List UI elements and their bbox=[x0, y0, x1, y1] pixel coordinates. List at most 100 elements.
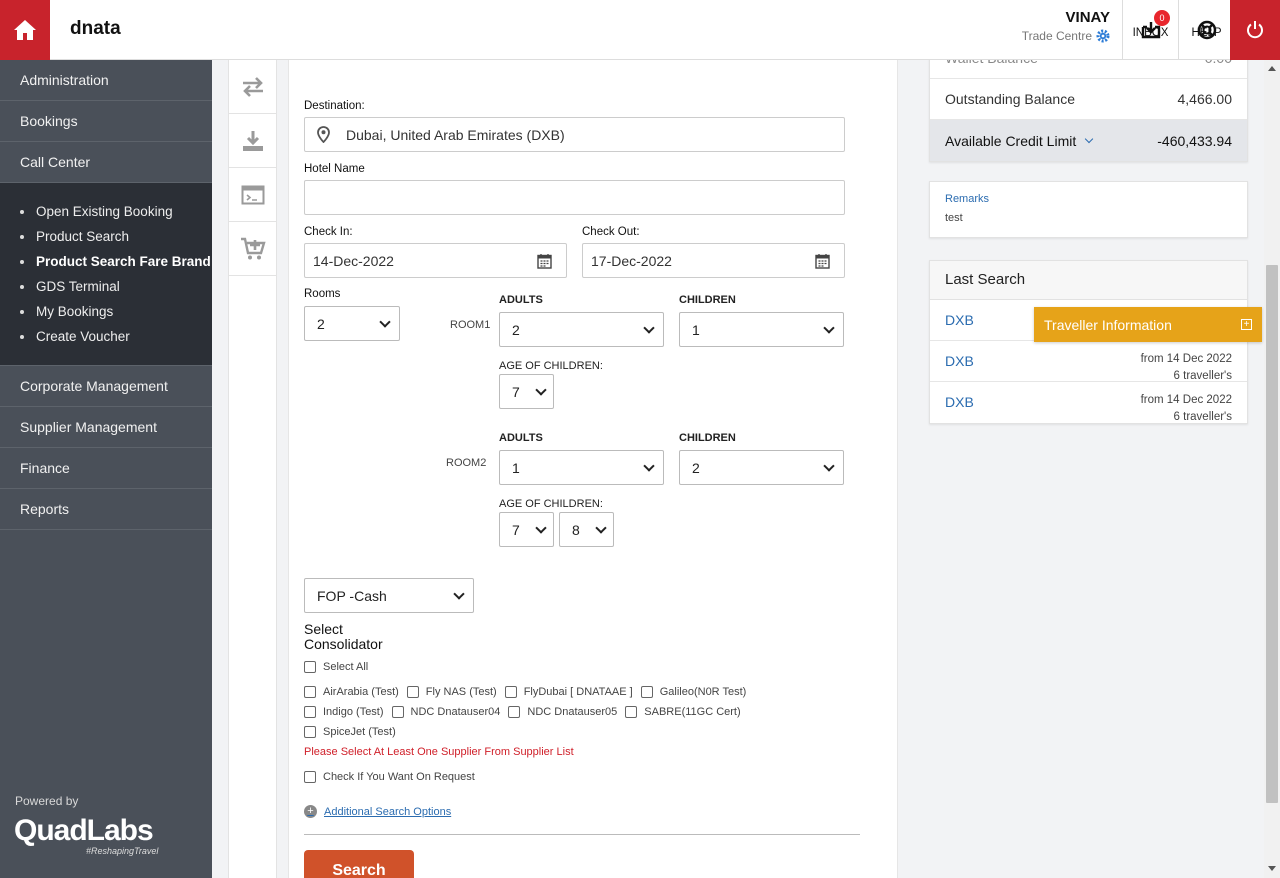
last-search-travellers: 6 traveller's bbox=[1173, 411, 1232, 423]
bullet-icon bbox=[20, 334, 24, 339]
chevron-down-icon bbox=[643, 321, 655, 334]
bullet-icon bbox=[20, 259, 24, 264]
supplier-checkbox-airarabia[interactable]: AirArabia (Test) bbox=[304, 686, 399, 698]
room1-label: ROOM1 bbox=[450, 319, 491, 331]
chevron-down-icon bbox=[823, 459, 835, 472]
sidebar-item-finance[interactable]: Finance bbox=[0, 448, 212, 489]
map-pin-icon bbox=[317, 126, 330, 143]
user-info[interactable]: VINAY Trade Centre bbox=[1022, 9, 1110, 43]
chevron-down-icon bbox=[535, 383, 547, 396]
supplier-checkbox-sabre[interactable]: SABRE(11GC Cert) bbox=[625, 706, 741, 718]
last-search-item[interactable]: DXB from 14 Dec 2022 6 traveller's bbox=[930, 382, 1247, 423]
inbox-count-badge: 0 bbox=[1154, 10, 1170, 26]
room2-label: ROOM2 bbox=[446, 457, 487, 469]
sidebar-subitem-my-bookings[interactable]: My Bookings bbox=[20, 299, 212, 324]
sidebar-subitem-product-search[interactable]: Product Search bbox=[20, 224, 212, 249]
outstanding-balance-row: Outstanding Balance 4,466.00 bbox=[930, 79, 1247, 120]
hotel-name-input[interactable] bbox=[304, 180, 845, 215]
remarks-card: Remarks test bbox=[929, 181, 1248, 238]
inbox-button[interactable]: 0 INBOX bbox=[1122, 0, 1178, 60]
last-search-title: Last Search bbox=[930, 261, 1247, 300]
brand-name: dnata bbox=[70, 18, 121, 39]
room1-child1-age-select[interactable]: 7 bbox=[499, 374, 554, 409]
supplier-checkbox-indigo[interactable]: Indigo (Test) bbox=[304, 706, 384, 718]
search-button[interactable]: Search bbox=[304, 850, 414, 878]
hotel-name-label: Hotel Name bbox=[304, 163, 365, 175]
sidebar: Administration Bookings Call Center Open… bbox=[0, 60, 212, 878]
rooms-select[interactable]: 2 bbox=[304, 306, 400, 341]
room2-age-label: AGE OF CHILDREN: bbox=[499, 498, 603, 510]
traveller-information-panel[interactable]: Traveller Information + bbox=[1034, 307, 1262, 342]
bullet-icon bbox=[20, 234, 24, 239]
last-search-item[interactable]: DXB from 14 Dec 2022 6 traveller's bbox=[930, 341, 1247, 382]
room2-child1-age-select[interactable]: 7 bbox=[499, 512, 554, 547]
logout-button[interactable] bbox=[1230, 0, 1280, 60]
check-out-input[interactable]: 17-Dec-2022 bbox=[582, 243, 845, 278]
chevron-down-icon bbox=[379, 315, 391, 328]
sidebar-subitem-product-search-fare-brand[interactable]: Product Search Fare Brand bbox=[20, 249, 212, 274]
scroll-down-arrow-icon[interactable] bbox=[1268, 866, 1276, 871]
additional-search-options-link[interactable]: + Additional Search Options bbox=[304, 805, 451, 818]
scroll-up-arrow-icon[interactable] bbox=[1268, 66, 1276, 71]
sidebar-subitem-open-existing-booking[interactable]: Open Existing Booking bbox=[20, 199, 212, 224]
sidebar-subitem-gds-terminal[interactable]: GDS Terminal bbox=[20, 274, 212, 299]
destination-value: Dubai, United Arab Emirates (DXB) bbox=[346, 126, 565, 143]
fop-select[interactable]: FOP -Cash bbox=[304, 578, 474, 613]
power-icon bbox=[1247, 21, 1263, 39]
room1-adults-select[interactable]: 2 bbox=[499, 312, 664, 347]
room2-children-select[interactable]: 2 bbox=[679, 450, 844, 485]
supplier-checkbox-spicejet[interactable]: SpiceJet (Test) bbox=[304, 726, 396, 738]
room2-child2-age-select[interactable]: 8 bbox=[559, 512, 614, 547]
supplier-checkbox-ndc-04[interactable]: NDC Dnatauser04 bbox=[391, 706, 500, 718]
last-search-destination: DXB bbox=[945, 394, 974, 410]
quadlabs-logo: QuadLabs bbox=[14, 814, 154, 847]
check-in-label: Check In: bbox=[304, 226, 353, 238]
chevron-down-icon bbox=[595, 521, 607, 534]
divider bbox=[304, 834, 860, 835]
supplier-checkbox-flydubai[interactable]: FlyDubai [ DNATAAE ] bbox=[504, 686, 633, 698]
swap-tool[interactable] bbox=[229, 60, 276, 114]
help-button[interactable]: HELP bbox=[1178, 0, 1234, 60]
on-request-checkbox[interactable]: Check If You Want On Request bbox=[304, 771, 475, 783]
remarks-text: test bbox=[945, 212, 963, 224]
room1-children-select[interactable]: 1 bbox=[679, 312, 844, 347]
user-location: Trade Centre bbox=[1021, 29, 1092, 43]
scrollbar-thumb[interactable] bbox=[1266, 265, 1278, 803]
sidebar-item-administration[interactable]: Administration bbox=[0, 60, 212, 101]
sidebar-item-supplier-management[interactable]: Supplier Management bbox=[0, 407, 212, 448]
sidebar-item-corporate-management[interactable]: Corporate Management bbox=[0, 366, 212, 407]
bullet-icon bbox=[20, 209, 24, 214]
powered-by-text: Powered by bbox=[15, 794, 79, 808]
calendar-icon[interactable] bbox=[537, 253, 552, 269]
sidebar-item-call-center[interactable]: Call Center bbox=[0, 142, 212, 183]
add-to-cart-tool[interactable] bbox=[229, 222, 276, 276]
download-tool[interactable] bbox=[229, 114, 276, 168]
destination-label: Destination: bbox=[304, 100, 365, 112]
terminal-tool[interactable] bbox=[229, 168, 276, 222]
chevron-down-icon[interactable] bbox=[1085, 134, 1094, 143]
room1-children-label: CHILDREN bbox=[679, 294, 736, 306]
traveller-information-label: Traveller Information bbox=[1044, 316, 1172, 333]
last-search-destination: DXB bbox=[945, 353, 974, 369]
room2-adults-select[interactable]: 1 bbox=[499, 450, 664, 485]
available-credit-row[interactable]: Available Credit Limit -460,433.94 bbox=[930, 120, 1247, 161]
home-button[interactable] bbox=[0, 0, 50, 60]
destination-input[interactable]: Dubai, United Arab Emirates (DXB) bbox=[304, 117, 845, 152]
sidebar-item-bookings[interactable]: Bookings bbox=[0, 101, 212, 142]
room1-adults-label: ADULTS bbox=[499, 294, 543, 306]
check-in-value: 14-Dec-2022 bbox=[313, 252, 394, 269]
sidebar-subitem-create-voucher[interactable]: Create Voucher bbox=[20, 324, 212, 349]
check-in-input[interactable]: 14-Dec-2022 bbox=[304, 243, 567, 278]
remarks-title: Remarks bbox=[945, 193, 990, 205]
tool-column bbox=[228, 60, 277, 878]
supplier-checkbox-galileo[interactable]: Galileo(N0R Test) bbox=[640, 686, 746, 698]
help-label: HELP bbox=[1191, 27, 1222, 39]
expand-plus-icon[interactable]: + bbox=[1241, 319, 1252, 330]
calendar-icon[interactable] bbox=[815, 253, 830, 269]
supplier-checkbox-flynas[interactable]: Fly NAS (Test) bbox=[406, 686, 497, 698]
gear-icon[interactable] bbox=[1096, 29, 1110, 43]
sidebar-item-reports[interactable]: Reports bbox=[0, 489, 212, 530]
supplier-checkbox-ndc-05[interactable]: NDC Dnatauser05 bbox=[508, 706, 617, 718]
bullet-icon bbox=[20, 309, 24, 314]
select-all-checkbox[interactable]: Select All bbox=[304, 661, 368, 673]
